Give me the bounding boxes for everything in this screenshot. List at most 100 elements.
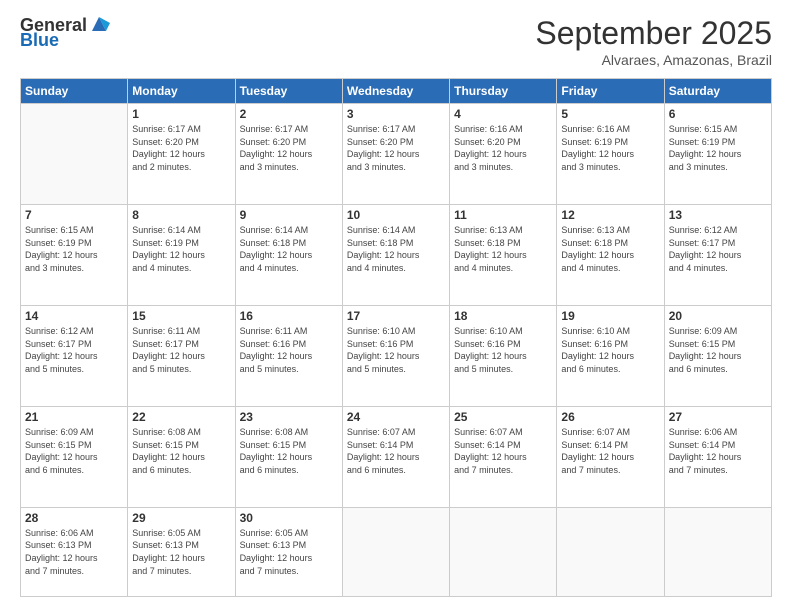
col-saturday: Saturday [664,79,771,104]
table-row: 28 Sunrise: 6:06 AM Sunset: 6:13 PM Dayli… [21,507,128,596]
table-row [342,507,449,596]
day-info: Sunrise: 6:10 AM Sunset: 6:16 PM Dayligh… [561,325,659,375]
day-info: Sunrise: 6:09 AM Sunset: 6:15 PM Dayligh… [669,325,767,375]
day-number: 7 [25,208,123,222]
day-number: 21 [25,410,123,424]
day-number: 17 [347,309,445,323]
day-number: 16 [240,309,338,323]
day-info: Sunrise: 6:17 AM Sunset: 6:20 PM Dayligh… [132,123,230,173]
table-row: 21 Sunrise: 6:09 AM Sunset: 6:15 PM Dayli… [21,406,128,507]
day-info: Sunrise: 6:09 AM Sunset: 6:15 PM Dayligh… [25,426,123,476]
table-row: 11 Sunrise: 6:13 AM Sunset: 6:18 PM Dayli… [450,204,557,305]
day-info: Sunrise: 6:14 AM Sunset: 6:18 PM Dayligh… [240,224,338,274]
day-number: 27 [669,410,767,424]
table-row: 5 Sunrise: 6:16 AM Sunset: 6:19 PM Daylig… [557,104,664,205]
day-number: 14 [25,309,123,323]
day-number: 9 [240,208,338,222]
day-info: Sunrise: 6:14 AM Sunset: 6:18 PM Dayligh… [347,224,445,274]
calendar-header-row: Sunday Monday Tuesday Wednesday Thursday… [21,79,772,104]
day-number: 23 [240,410,338,424]
day-info: Sunrise: 6:14 AM Sunset: 6:19 PM Dayligh… [132,224,230,274]
table-row: 16 Sunrise: 6:11 AM Sunset: 6:16 PM Dayli… [235,305,342,406]
day-info: Sunrise: 6:08 AM Sunset: 6:15 PM Dayligh… [132,426,230,476]
day-info: Sunrise: 6:10 AM Sunset: 6:16 PM Dayligh… [454,325,552,375]
day-number: 22 [132,410,230,424]
logo: General Blue [20,15,110,51]
table-row: 22 Sunrise: 6:08 AM Sunset: 6:15 PM Dayli… [128,406,235,507]
day-info: Sunrise: 6:11 AM Sunset: 6:16 PM Dayligh… [240,325,338,375]
day-info: Sunrise: 6:10 AM Sunset: 6:16 PM Dayligh… [347,325,445,375]
day-info: Sunrise: 6:05 AM Sunset: 6:13 PM Dayligh… [132,527,230,577]
logo-blue: Blue [20,30,59,51]
col-friday: Friday [557,79,664,104]
table-row: 29 Sunrise: 6:05 AM Sunset: 6:13 PM Dayli… [128,507,235,596]
day-info: Sunrise: 6:08 AM Sunset: 6:15 PM Dayligh… [240,426,338,476]
subtitle: Alvaraes, Amazonas, Brazil [535,52,772,68]
day-info: Sunrise: 6:13 AM Sunset: 6:18 PM Dayligh… [561,224,659,274]
table-row: 6Sunrise: 6:15 AM Sunset: 6:19 PM Daylig… [664,104,771,205]
table-row: 13 Sunrise: 6:12 AM Sunset: 6:17 PM Dayli… [664,204,771,305]
day-info: Sunrise: 6:17 AM Sunset: 6:20 PM Dayligh… [240,123,338,173]
col-thursday: Thursday [450,79,557,104]
day-number: 30 [240,511,338,525]
day-info: Sunrise: 6:15 AM Sunset: 6:19 PM Dayligh… [669,123,767,173]
table-row: 15 Sunrise: 6:11 AM Sunset: 6:17 PM Dayli… [128,305,235,406]
col-tuesday: Tuesday [235,79,342,104]
day-number: 8 [132,208,230,222]
day-info: Sunrise: 6:17 AM Sunset: 6:20 PM Dayligh… [347,123,445,173]
table-row [21,104,128,205]
table-row: 17 Sunrise: 6:10 AM Sunset: 6:16 PM Dayli… [342,305,449,406]
day-info: Sunrise: 6:12 AM Sunset: 6:17 PM Dayligh… [25,325,123,375]
day-number: 3 [347,107,445,121]
day-number: 12 [561,208,659,222]
day-number: 25 [454,410,552,424]
day-number: 19 [561,309,659,323]
table-row: 26Sunrise: 6:07 AM Sunset: 6:14 PM Dayli… [557,406,664,507]
table-row [450,507,557,596]
day-number: 10 [347,208,445,222]
header: General Blue September 2025 Alvaraes, Am… [20,15,772,68]
table-row: 18 Sunrise: 6:10 AM Sunset: 6:16 PM Dayli… [450,305,557,406]
day-info: Sunrise: 6:06 AM Sunset: 6:13 PM Dayligh… [25,527,123,577]
day-number: 18 [454,309,552,323]
col-wednesday: Wednesday [342,79,449,104]
day-number: 28 [25,511,123,525]
day-number: 1 [132,107,230,121]
day-info: Sunrise: 6:05 AM Sunset: 6:13 PM Dayligh… [240,527,338,577]
table-row: 19 Sunrise: 6:10 AM Sunset: 6:16 PM Dayli… [557,305,664,406]
day-info: Sunrise: 6:15 AM Sunset: 6:19 PM Dayligh… [25,224,123,274]
table-row: 12 Sunrise: 6:13 AM Sunset: 6:18 PM Dayli… [557,204,664,305]
table-row: 10 Sunrise: 6:14 AM Sunset: 6:18 PM Dayli… [342,204,449,305]
table-row: 20 Sunrise: 6:09 AM Sunset: 6:15 PM Dayli… [664,305,771,406]
table-row: 7 Sunrise: 6:15 AM Sunset: 6:19 PM Daylig… [21,204,128,305]
table-row: 30 Sunrise: 6:05 AM Sunset: 6:13 PM Dayli… [235,507,342,596]
day-info: Sunrise: 6:11 AM Sunset: 6:17 PM Dayligh… [132,325,230,375]
title-block: September 2025 Alvaraes, Amazonas, Brazi… [535,15,772,68]
day-info: Sunrise: 6:06 AM Sunset: 6:14 PM Dayligh… [669,426,767,476]
day-info: Sunrise: 6:07 AM Sunset: 6:14 PM Dayligh… [561,426,659,476]
table-row: 23 Sunrise: 6:08 AM Sunset: 6:15 PM Dayli… [235,406,342,507]
day-number: 11 [454,208,552,222]
day-info: Sunrise: 6:12 AM Sunset: 6:17 PM Dayligh… [669,224,767,274]
calendar: Sunday Monday Tuesday Wednesday Thursday… [20,78,772,597]
col-monday: Monday [128,79,235,104]
day-number: 15 [132,309,230,323]
day-info: Sunrise: 6:16 AM Sunset: 6:19 PM Dayligh… [561,123,659,173]
col-sunday: Sunday [21,79,128,104]
day-info: Sunrise: 6:07 AM Sunset: 6:14 PM Dayligh… [454,426,552,476]
table-row: 24Sunrise: 6:07 AM Sunset: 6:14 PM Dayli… [342,406,449,507]
day-number: 20 [669,309,767,323]
table-row: 3 Sunrise: 6:17 AM Sunset: 6:20 PM Daylig… [342,104,449,205]
day-number: 29 [132,511,230,525]
table-row [664,507,771,596]
table-row: 9 Sunrise: 6:14 AM Sunset: 6:18 PM Daylig… [235,204,342,305]
table-row: 27 Sunrise: 6:06 AM Sunset: 6:14 PM Dayli… [664,406,771,507]
table-row: 14 Sunrise: 6:12 AM Sunset: 6:17 PM Dayli… [21,305,128,406]
month-title: September 2025 [535,15,772,52]
day-info: Sunrise: 6:13 AM Sunset: 6:18 PM Dayligh… [454,224,552,274]
logo-icon [88,13,110,35]
day-info: Sunrise: 6:16 AM Sunset: 6:20 PM Dayligh… [454,123,552,173]
table-row: 4Sunrise: 6:16 AM Sunset: 6:20 PM Daylig… [450,104,557,205]
day-number: 13 [669,208,767,222]
day-number: 5 [561,107,659,121]
